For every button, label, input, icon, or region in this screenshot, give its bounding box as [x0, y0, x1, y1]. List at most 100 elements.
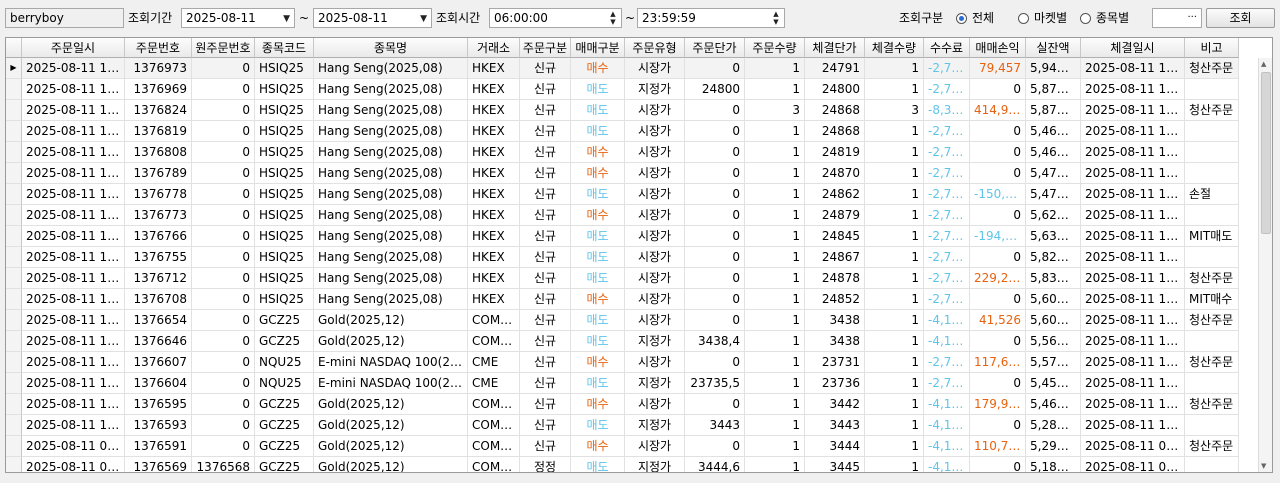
table-row[interactable]: 2025-08-11 10:… 1376646 0 GCZ25 Gold(2025,12… [6, 331, 1239, 352]
table-row[interactable]: 2025-08-11 10:… 1376595 0 GCZ25 Gold(2025,12… [6, 394, 1239, 415]
cell-fee: -4,153 [924, 331, 970, 352]
cell-symbol-name: Hang Seng(2025,08) [314, 268, 468, 289]
cell-orig-order-no: 0 [192, 436, 255, 457]
cell-order-type: 시장가 [625, 226, 685, 247]
column-header-fill-time[interactable]: 체결일시 [1081, 38, 1185, 58]
cell-order-no: 1376646 [125, 331, 192, 352]
cell-symbol-code: HSIQ25 [255, 226, 314, 247]
column-header-balance[interactable]: 실잔액 [1026, 38, 1081, 58]
table-row[interactable]: 2025-08-11 10:… 1376789 0 HSIQ25 Hang Seng(2… [6, 163, 1239, 184]
table-row[interactable]: 2025-08-11 10:… 1376654 0 GCZ25 Gold(2025,12… [6, 310, 1239, 331]
row-indicator [6, 394, 22, 415]
cell-pnl: 0 [970, 79, 1026, 100]
table-row[interactable]: 2025-08-11 10:… 1376593 0 GCZ25 Gold(2025,12… [6, 415, 1239, 436]
spin-updown-icon[interactable]: ▲ ▼ [770, 10, 782, 26]
cell-fill-price: 3442 [805, 394, 865, 415]
spin-updown-icon[interactable]: ▲ ▼ [607, 10, 619, 26]
cell-orig-order-no: 0 [192, 268, 255, 289]
cell-fill-qty: 1 [865, 352, 924, 373]
column-header-side[interactable]: 매매구분 [571, 38, 625, 58]
cell-order-time: 2025-08-11 10:… [22, 142, 125, 163]
cell-order-kind: 신규 [520, 415, 571, 436]
radio-symbol[interactable]: 종목별 [1080, 8, 1129, 28]
column-header-symbol-code[interactable]: 종목코드 [255, 38, 314, 58]
table-row[interactable]: 2025-08-11 10:… 1376819 0 HSIQ25 Hang Seng(2… [6, 121, 1239, 142]
table-row[interactable]: 2025-08-11 10:… 1376607 0 NQU25 E-mini NASDA… [6, 352, 1239, 373]
column-header-fee[interactable]: 수수료 [924, 38, 970, 58]
column-header-order-type[interactable]: 주문유형 [625, 38, 685, 58]
vertical-scrollbar[interactable]: ▲ ▼ [1258, 58, 1272, 472]
cell-exchange: COM… [468, 436, 520, 457]
cell-order-qty: 1 [745, 247, 805, 268]
column-header-order-qty[interactable]: 주문수량 [745, 38, 805, 58]
radio-all[interactable]: 전체 [956, 8, 994, 28]
cell-pnl: 0 [970, 205, 1026, 226]
table-row[interactable]: 2025-08-11 10:… 1376773 0 HSIQ25 Hang Seng(2… [6, 205, 1239, 226]
scroll-down-icon[interactable]: ▼ [1261, 462, 1266, 470]
cell-fee: -2,768 [924, 268, 970, 289]
cell-order-time: 2025-08-11 10:… [22, 373, 125, 394]
table-row[interactable]: 2025-08-11 10:… 1376824 0 HSIQ25 Hang Seng(2… [6, 100, 1239, 121]
cell-symbol-code: HSIQ25 [255, 247, 314, 268]
cell-pnl: 0 [970, 457, 1026, 472]
column-header-fill-qty[interactable]: 체결수량 [865, 38, 924, 58]
ellipsis-field[interactable]: ··· [1152, 8, 1202, 28]
cell-fill-qty: 1 [865, 247, 924, 268]
cell-order-no: 1376773 [125, 205, 192, 226]
cell-fill-qty: 1 [865, 205, 924, 226]
table-row[interactable]: 2025-08-11 10:… 1376808 0 HSIQ25 Hang Seng(2… [6, 142, 1239, 163]
column-header-pnl[interactable]: 매매손익 [970, 38, 1026, 58]
cell-order-qty: 1 [745, 163, 805, 184]
table-row[interactable]: 2025-08-11 10:… 1376755 0 HSIQ25 Hang Seng(2… [6, 247, 1239, 268]
user-id-field[interactable]: berryboy [5, 8, 124, 28]
cell-orig-order-no: 0 [192, 163, 255, 184]
table-row[interactable]: 2025-08-11 10:… 1376778 0 HSIQ25 Hang Seng(2… [6, 184, 1239, 205]
column-header-order-time[interactable]: 주문일시 [22, 38, 125, 58]
column-header-symbol-name[interactable]: 종목명 [314, 38, 468, 58]
cell-fill-qty: 1 [865, 415, 924, 436]
cell-order-qty: 1 [745, 121, 805, 142]
triangle-right-icon: ▶ [6, 58, 22, 79]
scroll-up-icon[interactable]: ▲ [1261, 60, 1266, 68]
table-row[interactable]: 2025-08-11 10:… 1376712 0 HSIQ25 Hang Seng(2… [6, 268, 1239, 289]
time-to-stepper[interactable]: 23:59:59 ▲ ▼ [637, 8, 785, 28]
cell-fee: -2,772 [924, 121, 970, 142]
table-row[interactable]: 2025-08-11 10:… 1376708 0 HSIQ25 Hang Seng(2… [6, 289, 1239, 310]
time-from-stepper[interactable]: 06:00:00 ▲ ▼ [489, 8, 622, 28]
cell-pnl: 179,946 [970, 394, 1026, 415]
column-header-order-price[interactable]: 주문단가 [685, 38, 745, 58]
column-header-order-no[interactable]: 주문번호 [125, 38, 192, 58]
cell-exchange: COM… [468, 331, 520, 352]
date-to-dropdown[interactable]: 2025-08-11 ▼ [313, 8, 432, 28]
date-from-dropdown[interactable]: 2025-08-11 ▼ [181, 8, 295, 28]
table-row[interactable]: 2025-08-11 10:… 1376766 0 HSIQ25 Hang Seng(2… [6, 226, 1239, 247]
column-header-exchange[interactable]: 거래소 [468, 38, 520, 58]
search-button[interactable]: 조회 [1206, 8, 1275, 28]
column-header-orig-order-no[interactable]: 원주문번호 [192, 38, 255, 58]
table-row[interactable]: 2025-08-11 09:… 1376569 1376568 GCZ25 Gold(2… [6, 457, 1239, 472]
cell-symbol-name: Hang Seng(2025,08) [314, 205, 468, 226]
cell-side: 매수 [571, 394, 625, 415]
cell-order-no: 1376973 [125, 58, 192, 79]
cell-fee: -4,153 [924, 436, 970, 457]
table-row[interactable]: 2025-08-11 11:… 1376969 0 HSIQ25 Hang Seng(2… [6, 79, 1239, 100]
scroll-thumb[interactable] [1261, 72, 1271, 234]
cell-fill-price: 24862 [805, 184, 865, 205]
cell-pnl: 41,526 [970, 310, 1026, 331]
cell-order-time: 2025-08-11 10:… [22, 226, 125, 247]
column-header-fill-price[interactable]: 체결단가 [805, 38, 865, 58]
cell-side: 매도 [571, 79, 625, 100]
table-row[interactable]: 2025-08-11 10:… 1376604 0 NQU25 E-mini NASDA… [6, 373, 1239, 394]
cell-note [1185, 163, 1239, 184]
table-row[interactable]: ▶ 2025-08-11 11:… 1376973 0 HSIQ25 Hang Seng(… [6, 58, 1239, 79]
table-row[interactable]: 2025-08-11 09:… 1376591 0 GCZ25 Gold(2025,12… [6, 436, 1239, 457]
radio-market[interactable]: 마켓별 [1018, 8, 1067, 28]
row-indicator [6, 184, 22, 205]
column-header-note[interactable]: 비고 [1185, 38, 1239, 58]
cell-symbol-name: Hang Seng(2025,08) [314, 142, 468, 163]
row-indicator [6, 226, 22, 247]
row-indicator [6, 247, 22, 268]
cell-fill-qty: 1 [865, 289, 924, 310]
column-header-order-kind[interactable]: 주문구분 [520, 38, 571, 58]
cell-order-kind: 신규 [520, 184, 571, 205]
